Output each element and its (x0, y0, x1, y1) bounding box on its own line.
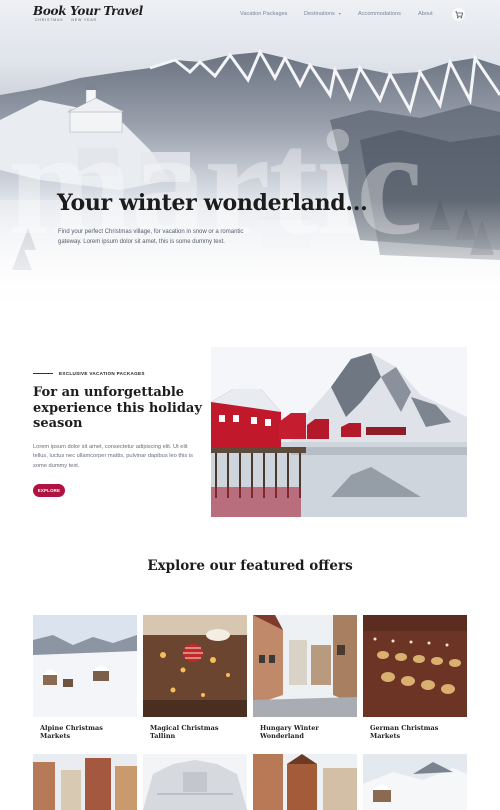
promo-eyebrow: EXCLUSIVE VACATION PACKAGES (33, 371, 145, 376)
offer-label-box: Magical Christmas Tallinn (143, 717, 247, 749)
offer-image-row2-1 (33, 754, 137, 810)
cart-icon (454, 10, 463, 18)
hero-title: Your winter wonderland... (57, 190, 368, 216)
offer-image-german-market (363, 615, 467, 717)
offer-title: Alpine Christmas Markets (40, 724, 103, 740)
offer-label-box: Alpine Christmas Markets (33, 717, 137, 749)
offer-title: German Christmas Markets (370, 724, 439, 740)
offer-card-german[interactable]: German Christmas Markets (363, 615, 467, 749)
nav-link-vacation-packages[interactable]: Vacation Packages (240, 11, 287, 17)
offer-image-tallinn (143, 615, 247, 717)
eyebrow-divider (33, 373, 53, 374)
cart-button[interactable] (452, 8, 465, 21)
offer-title: Magical Christmas Tallinn (150, 724, 219, 740)
nav-link-destinations-label: Destinations (304, 11, 335, 17)
nav-link-accommodations[interactable]: Accommodations (358, 11, 401, 17)
offer-image-row2-3 (253, 754, 357, 810)
offer-image-row2-4 (363, 754, 467, 810)
hero-description: Find your perfect Christmas village, for… (58, 229, 244, 245)
featured-offers-title: Explore our featured offers (147, 558, 353, 574)
promo-description: Lorem ipsum dolor sit amet, consectetur … (33, 444, 193, 469)
explore-button[interactable]: EXPLORE (33, 484, 65, 497)
nav-link-about[interactable]: About (418, 11, 433, 17)
offer-image-alpine (33, 615, 137, 717)
offer-card-hungary[interactable]: Hungary Winter Wonderland (253, 615, 357, 749)
offer-card-tallinn[interactable]: Magical Christmas Tallinn (143, 615, 247, 749)
offer-image-row2-2 (143, 754, 247, 810)
promo-fjord-image (211, 347, 467, 517)
promo-title: For an unforgettable experience this hol… (33, 385, 202, 431)
chevron-down-icon: ▾ (338, 11, 341, 16)
hero-section: martic Book Your Travel CHRISTMAS NEW YE… (0, 0, 500, 318)
nav-links: Vacation Packages Destinations ▾ Accommod… (0, 11, 500, 21)
top-navigation: Book Your Travel CHRISTMAS NEW YEAR Vaca… (0, 0, 500, 30)
offer-label-box: German Christmas Markets (363, 717, 467, 749)
nav-link-destinations[interactable]: Destinations ▾ (304, 11, 341, 17)
offer-title: Hungary Winter Wonderland (260, 724, 319, 740)
eyebrow-text: EXCLUSIVE VACATION PACKAGES (59, 371, 145, 376)
offer-label-box: Hungary Winter Wonderland (253, 717, 357, 749)
offer-card-alpine[interactable]: Alpine Christmas Markets (33, 615, 137, 749)
offer-image-hungary (253, 615, 357, 717)
